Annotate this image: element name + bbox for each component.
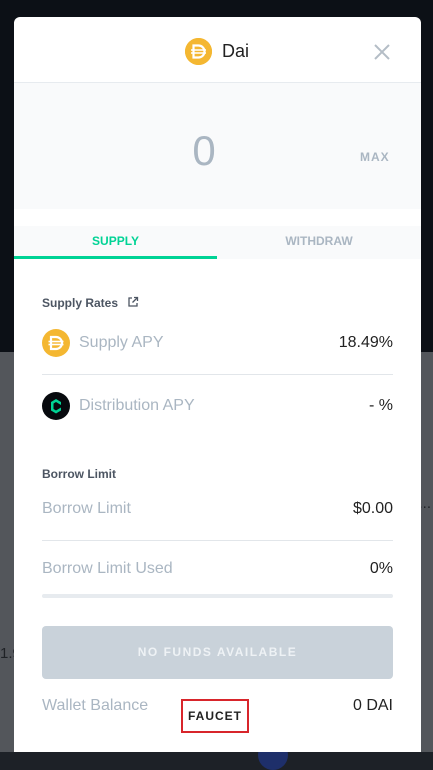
borrow-limit-used-label: Borrow Limit Used (42, 560, 173, 577)
supply-rates-heading[interactable]: Supply Rates (42, 296, 139, 311)
modal-title: Dai (222, 40, 250, 61)
no-funds-button[interactable]: NO FUNDS AVAILABLE (42, 626, 393, 679)
tab-supply[interactable]: SUPPLY (14, 226, 217, 259)
supply-apy-row: Supply APY 18.49% (42, 313, 393, 373)
supply-apy-label: Supply APY (79, 334, 164, 351)
borrow-limit-row: Borrow Limit $0.00 (42, 479, 393, 539)
dai-icon (185, 37, 212, 65)
borrow-limit-used-value: 0% (369, 560, 393, 577)
tab-withdraw-label: WITHDRAW (285, 234, 353, 248)
external-link-icon[interactable] (127, 296, 139, 311)
dai-icon (42, 329, 70, 357)
modal-tabs: SUPPLY WITHDRAW (14, 226, 421, 259)
active-tab-indicator (14, 256, 217, 259)
distribution-apy-label: Distribution APY (79, 397, 195, 414)
close-icon[interactable] (373, 43, 391, 61)
supply-rates-label: Supply Rates (42, 296, 119, 310)
distribution-apy-row: Distribution APY - % (42, 376, 393, 436)
max-button[interactable]: MAX (360, 150, 390, 164)
borrow-limit-progress-bar (42, 594, 393, 598)
amount-input-area: 0 (14, 83, 421, 209)
divider (42, 374, 393, 375)
tab-withdraw[interactable]: WITHDRAW (217, 226, 421, 259)
supply-apy-value: 18.49% (338, 334, 393, 351)
borrow-limit-value: $0.00 (352, 500, 393, 517)
amount-input[interactable]: 0 (14, 127, 394, 175)
modal-header: Dai (14, 17, 421, 83)
tab-supply-label: SUPPLY (92, 234, 139, 248)
distribution-apy-value: - % (369, 397, 393, 414)
supply-modal: Dai 0 MAX SUPPLY WITHDRAW Supply Rates S… (14, 17, 421, 752)
modal-title-group: Dai (185, 37, 250, 65)
wallet-balance-value: 0 DAI (352, 697, 393, 714)
borrow-limit-used-row: Borrow Limit Used 0% (42, 539, 393, 599)
borrow-limit-label: Borrow Limit (42, 500, 131, 517)
comp-icon (42, 392, 70, 420)
faucet-button[interactable]: FAUCET (181, 699, 249, 733)
